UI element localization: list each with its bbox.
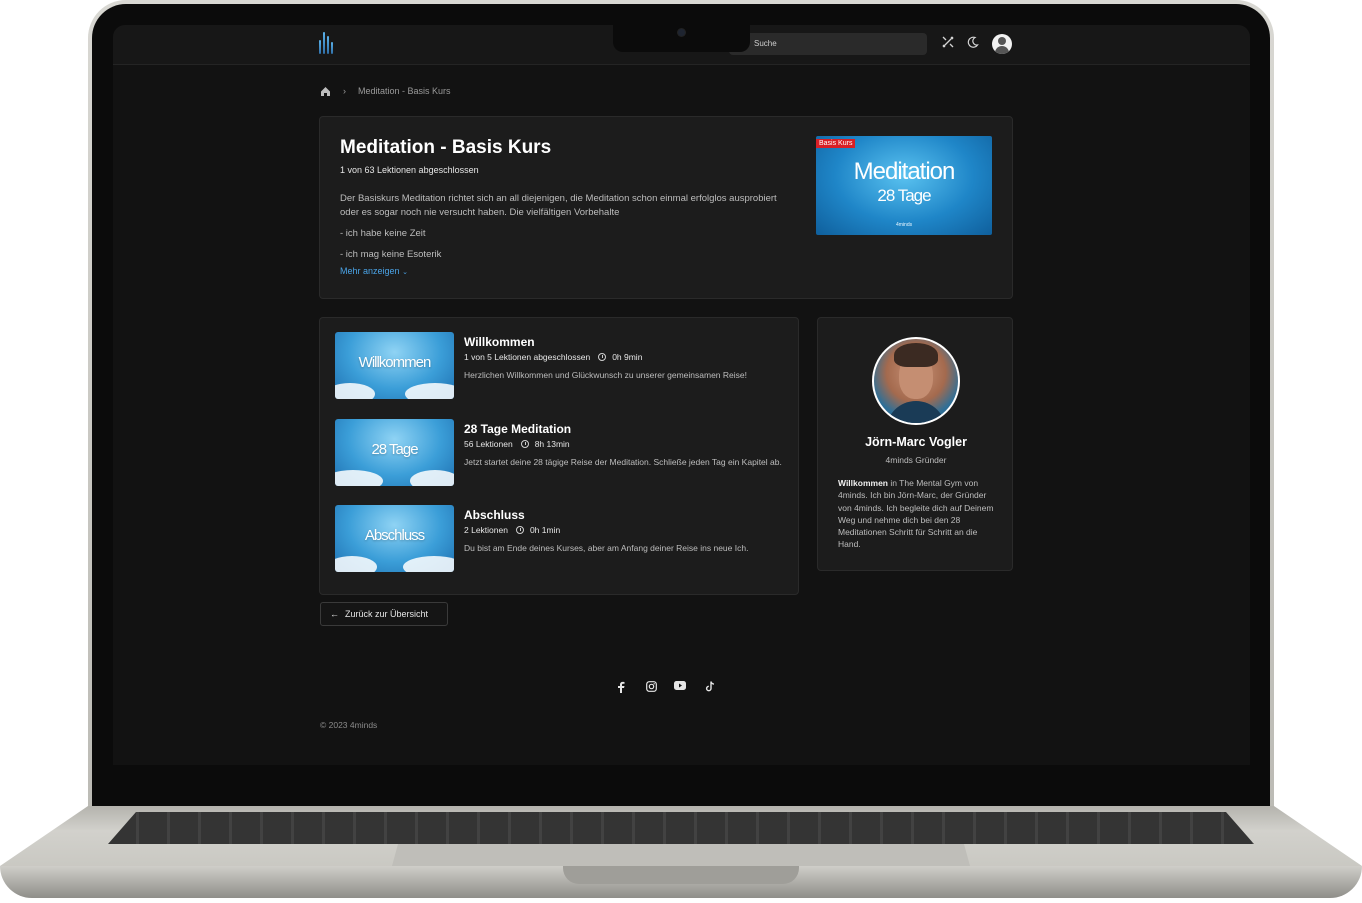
chapter-item[interactable]: Willkommen Willkommen 1 von 5 Lektionen … (335, 332, 785, 400)
screen: Suche › Meditation - Basis Kurs Meditati… (113, 25, 1250, 765)
clock-icon (515, 526, 524, 534)
chapter-item[interactable]: 28 Tage 28 Tage Meditation 56 Lektionen … (335, 419, 785, 487)
course-cover-image: Basis Kurs Meditation 28 Tage 4minds (816, 136, 992, 235)
laptop-keyboard (108, 812, 1254, 844)
chapter-thumbnail[interactable]: Willkommen (335, 332, 454, 399)
user-avatar-icon[interactable] (992, 34, 1012, 54)
chapter-thumbnail[interactable]: Abschluss (335, 505, 454, 572)
chapter-title[interactable]: Abschluss (464, 508, 525, 522)
chapters-list: Willkommen Willkommen 1 von 5 Lektionen … (319, 317, 799, 595)
copyright: © 2023 4minds (320, 720, 378, 730)
chapter-meta: 56 Lektionen 8h 13min (464, 439, 570, 449)
camera-icon (678, 29, 685, 36)
course-progress: 1 von 63 Lektionen abgeschlossen (340, 165, 479, 175)
chapter-lessons: 1 von 5 Lektionen abgeschlossen (464, 352, 591, 362)
course-badge: Basis Kurs (816, 139, 856, 148)
chapter-lessons: 2 Lektionen (464, 525, 508, 535)
chapter-item[interactable]: Abschluss Abschluss 2 Lektionen 0h 1min … (335, 505, 785, 573)
chapter-duration: 8h 13min (534, 439, 570, 449)
author-role: 4minds Gründer (885, 455, 947, 465)
author-bio: Willkommen in The Mental Gym von 4minds.… (838, 477, 998, 551)
chapter-description: Jetzt startet deine 28 tägige Reise der … (464, 457, 782, 467)
author-card: Jörn-Marc Vogler 4minds Gründer Willkomm… (817, 317, 1013, 571)
chapter-thumb-label: Willkommen (358, 354, 432, 371)
chapter-meta: 1 von 5 Lektionen abgeschlossen 0h 9min (464, 352, 642, 362)
course-list-item: - ich mag keine Esoterik (340, 249, 442, 260)
youtube-icon[interactable] (673, 681, 687, 695)
tools-icon[interactable] (940, 36, 956, 52)
tiktok-icon[interactable] (703, 681, 717, 695)
chapter-title[interactable]: 28 Tage Meditation (464, 422, 571, 436)
course-title: Meditation - Basis Kurs (340, 137, 552, 158)
logo-icon[interactable] (319, 32, 335, 54)
chapter-duration: 0h 1min (529, 525, 561, 535)
chevron-right-icon: › (343, 86, 346, 96)
author-name: Jörn-Marc Vogler (865, 435, 967, 449)
chapter-thumb-label: Abschluss (364, 527, 425, 544)
chapter-lessons: 56 Lektionen (464, 439, 513, 449)
author-photo (872, 337, 960, 425)
show-more-link[interactable]: Mehr anzeigen ⌄ (340, 266, 408, 276)
facebook-icon[interactable] (614, 681, 628, 695)
author-bio-text: in The Mental Gym von 4minds. Ich bin Jö… (838, 478, 994, 550)
chevron-down-icon: ⌄ (402, 269, 408, 276)
instagram-icon[interactable] (644, 681, 658, 695)
arrow-left-icon: ← (330, 609, 339, 619)
course-cover-subtitle: 28 Tage (877, 186, 931, 205)
course-cover-brand: 4minds (896, 222, 913, 228)
chapter-description: Du bist am Ende deines Kurses, aber am A… (464, 543, 749, 553)
chapter-meta: 2 Lektionen 0h 1min (464, 525, 560, 535)
laptop-trackpad (392, 844, 970, 866)
course-list-item: - ich habe keine Zeit (340, 228, 426, 239)
back-to-overview-button[interactable]: ← Zurück zur Übersicht (320, 602, 448, 626)
course-cover-title: Meditation (853, 158, 956, 185)
course-card: Meditation - Basis Kurs 1 von 63 Lektion… (319, 116, 1013, 299)
home-icon[interactable] (320, 86, 331, 97)
course-description: Der Basiskurs Meditation richtet sich an… (340, 193, 777, 218)
breadcrumb: › Meditation - Basis Kurs (320, 84, 451, 98)
chapter-description: Herzlichen Willkommen und Glückwunsch zu… (464, 370, 747, 380)
breadcrumb-current: Meditation - Basis Kurs (358, 86, 451, 96)
laptop-lip (563, 866, 799, 884)
clock-icon (520, 440, 529, 448)
author-bio-bold: Willkommen (838, 478, 888, 488)
clock-icon (598, 353, 607, 361)
search-placeholder: Suche (754, 39, 777, 48)
search-input[interactable]: Suche (729, 33, 927, 55)
moon-icon[interactable] (965, 36, 981, 52)
chapter-thumb-label: 28 Tage (371, 441, 418, 458)
chapter-title[interactable]: Willkommen (464, 335, 535, 349)
chapter-duration: 0h 9min (612, 352, 643, 362)
back-button-label: Zurück zur Übersicht (345, 609, 429, 619)
chapter-thumbnail[interactable]: 28 Tage (335, 419, 454, 486)
show-more-label: Mehr anzeigen (340, 266, 400, 276)
